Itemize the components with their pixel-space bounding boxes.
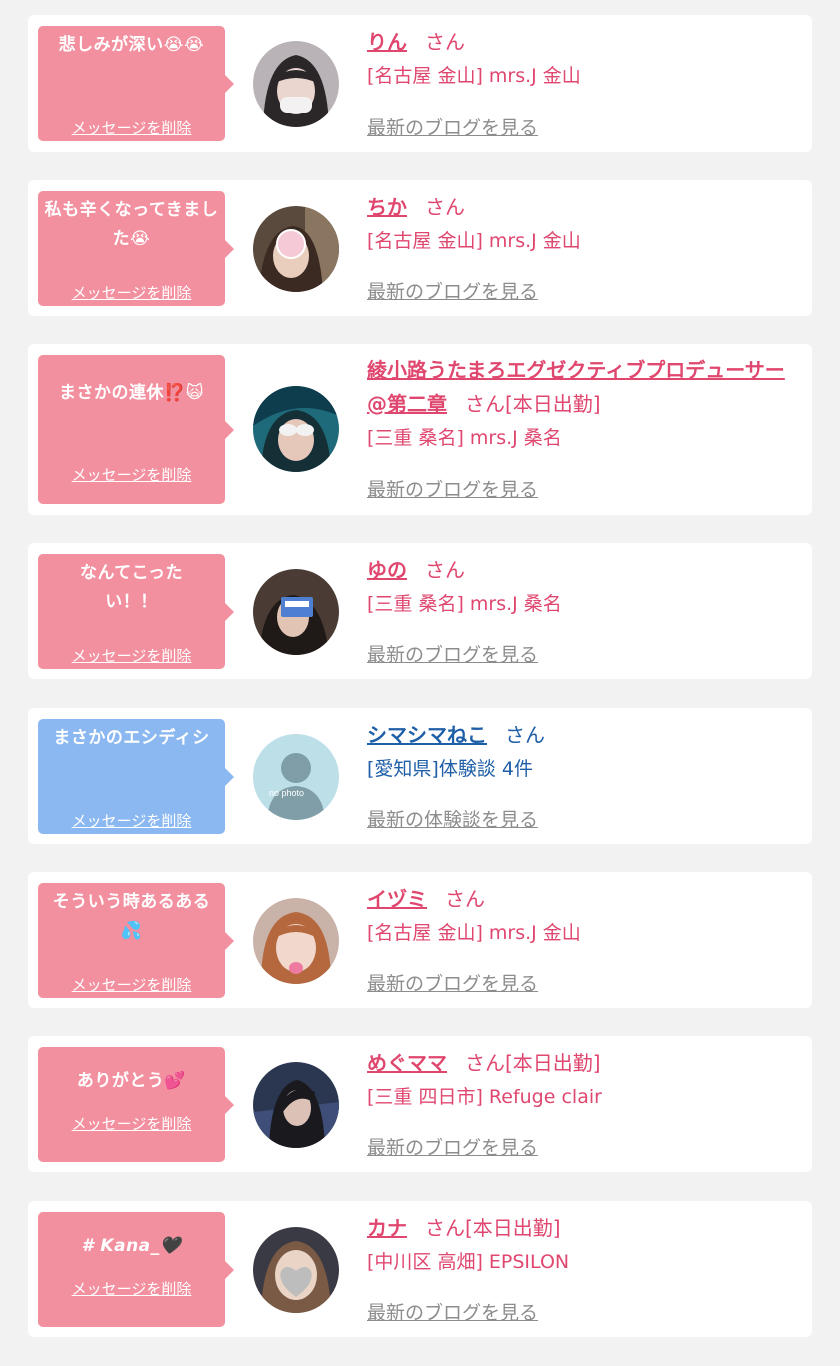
name-suffix: さん bbox=[425, 30, 465, 54]
message-card: 悲しみが深い😭😭 メッセージを削除 りん さん [名古屋 金山] mrs.J 金山… bbox=[28, 15, 812, 152]
delete-message-link[interactable]: メッセージを削除 bbox=[38, 1278, 225, 1299]
message-card: まさかのエシディシ メッセージを削除 no photo シマシマねこ さん [愛知… bbox=[28, 708, 812, 844]
avatar[interactable]: no photo bbox=[253, 734, 339, 820]
message-bubble: なんてこったい！！ メッセージを削除 bbox=[38, 554, 234, 669]
message-text: まさかの連休⁉️🙀 bbox=[59, 383, 204, 403]
message-card: そういう時あるある💦 メッセージを削除 イヅミ さん [名古屋 金山] mrs.J… bbox=[28, 872, 812, 1008]
message-bubble: ありがとう💕 メッセージを削除 bbox=[38, 1047, 234, 1162]
name-suffix: さん[本日出勤] bbox=[425, 1216, 561, 1240]
shop-label: [中川区 高畑] EPSILON bbox=[367, 1251, 570, 1273]
shop-label: [三重 四日市] Refuge clair bbox=[367, 1086, 602, 1108]
name-suffix: さん bbox=[505, 723, 545, 747]
avatar[interactable] bbox=[253, 898, 339, 984]
message-card: ありがとう💕 メッセージを削除 めぐママ さん[本日出勤] [三重 四日市] Re… bbox=[28, 1036, 812, 1172]
message-bubble: まさかの連休⁉️🙀 メッセージを削除 bbox=[38, 355, 234, 504]
shop-label: [三重 桑名] mrs.J 桑名 bbox=[367, 427, 562, 449]
delete-message-link[interactable]: メッセージを削除 bbox=[38, 974, 225, 995]
avatar[interactable] bbox=[253, 206, 339, 292]
message-card: 私も辛くなってきました😭 メッセージを削除 ちか さん [名古屋 金山] mrs.… bbox=[28, 180, 812, 316]
message-text: # Kana_🖤 bbox=[81, 1236, 182, 1256]
latest-blog-link[interactable]: 最新のブログを見る bbox=[367, 640, 538, 667]
message-text: 私も辛くなってきました😭 bbox=[44, 200, 219, 249]
message-card: なんてこったい！！ メッセージを削除 ゆの さん [三重 桑名] mrs.J 桑名… bbox=[28, 543, 812, 679]
avatar[interactable] bbox=[253, 569, 339, 655]
name-suffix: さん[本日出勤] bbox=[465, 392, 601, 416]
review-count-label: [愛知県]体験談 4件 bbox=[367, 758, 533, 780]
latest-blog-link[interactable]: 最新のブログを見る bbox=[367, 1298, 538, 1325]
delete-message-link[interactable]: メッセージを削除 bbox=[38, 1113, 225, 1134]
latest-blog-link[interactable]: 最新のブログを見る bbox=[367, 475, 538, 502]
user-name-link[interactable]: ちか bbox=[367, 195, 407, 219]
user-name-link[interactable]: カナ bbox=[367, 1216, 407, 1240]
message-bubble: # Kana_🖤 メッセージを削除 bbox=[38, 1212, 234, 1327]
avatar[interactable] bbox=[253, 386, 339, 472]
shop-label: [名古屋 金山] mrs.J 金山 bbox=[367, 230, 581, 252]
name-suffix: さん[本日出勤] bbox=[465, 1051, 601, 1075]
latest-blog-link[interactable]: 最新のブログを見る bbox=[367, 277, 538, 304]
shop-label: [名古屋 金山] mrs.J 金山 bbox=[367, 922, 581, 944]
message-bubble: まさかのエシディシ メッセージを削除 bbox=[38, 719, 234, 834]
name-suffix: さん bbox=[445, 887, 485, 911]
shop-label: [名古屋 金山] mrs.J 金山 bbox=[367, 65, 581, 87]
message-text: そういう時あるある💦 bbox=[52, 892, 211, 941]
name-suffix: さん bbox=[425, 558, 465, 582]
user-name-link[interactable]: ゆの bbox=[367, 558, 407, 582]
message-bubble: そういう時あるある💦 メッセージを削除 bbox=[38, 883, 234, 998]
no-photo-label: no photo bbox=[269, 788, 304, 798]
latest-review-link[interactable]: 最新の体験談を見る bbox=[367, 805, 538, 832]
message-text: まさかのエシディシ bbox=[53, 728, 210, 748]
message-card: # Kana_🖤 メッセージを削除 カナ さん[本日出勤] [中川区 高畑] EP… bbox=[28, 1201, 812, 1337]
user-name-link[interactable]: めぐママ bbox=[367, 1051, 447, 1075]
delete-message-link[interactable]: メッセージを削除 bbox=[38, 464, 225, 485]
latest-blog-link[interactable]: 最新のブログを見る bbox=[367, 113, 538, 140]
delete-message-link[interactable]: メッセージを削除 bbox=[38, 645, 225, 666]
message-bubble: 私も辛くなってきました😭 メッセージを削除 bbox=[38, 191, 234, 306]
user-name-link[interactable]: シマシマねこ bbox=[367, 723, 487, 747]
avatar[interactable] bbox=[253, 1227, 339, 1313]
latest-blog-link[interactable]: 最新のブログを見る bbox=[367, 1133, 538, 1160]
user-name-link[interactable]: りん bbox=[367, 30, 407, 54]
delete-message-link[interactable]: メッセージを削除 bbox=[38, 117, 225, 138]
latest-blog-link[interactable]: 最新のブログを見る bbox=[367, 969, 538, 996]
name-suffix: さん bbox=[425, 195, 465, 219]
message-text: ありがとう💕 bbox=[76, 1071, 187, 1091]
user-name-link[interactable]: イヅミ bbox=[367, 887, 427, 911]
avatar[interactable] bbox=[253, 41, 339, 127]
message-text: 悲しみが深い😭😭 bbox=[58, 35, 205, 55]
delete-message-link[interactable]: メッセージを削除 bbox=[38, 810, 225, 831]
delete-message-link[interactable]: メッセージを削除 bbox=[38, 282, 225, 303]
message-text: なんてこったい！！ bbox=[80, 563, 183, 612]
shop-label: [三重 桑名] mrs.J 桑名 bbox=[367, 593, 562, 615]
message-bubble: 悲しみが深い😭😭 メッセージを削除 bbox=[38, 26, 234, 141]
avatar[interactable] bbox=[253, 1062, 339, 1148]
message-card: まさかの連休⁉️🙀 メッセージを削除 綾小路うたまろエグゼクティブプロデューサー… bbox=[28, 344, 812, 515]
